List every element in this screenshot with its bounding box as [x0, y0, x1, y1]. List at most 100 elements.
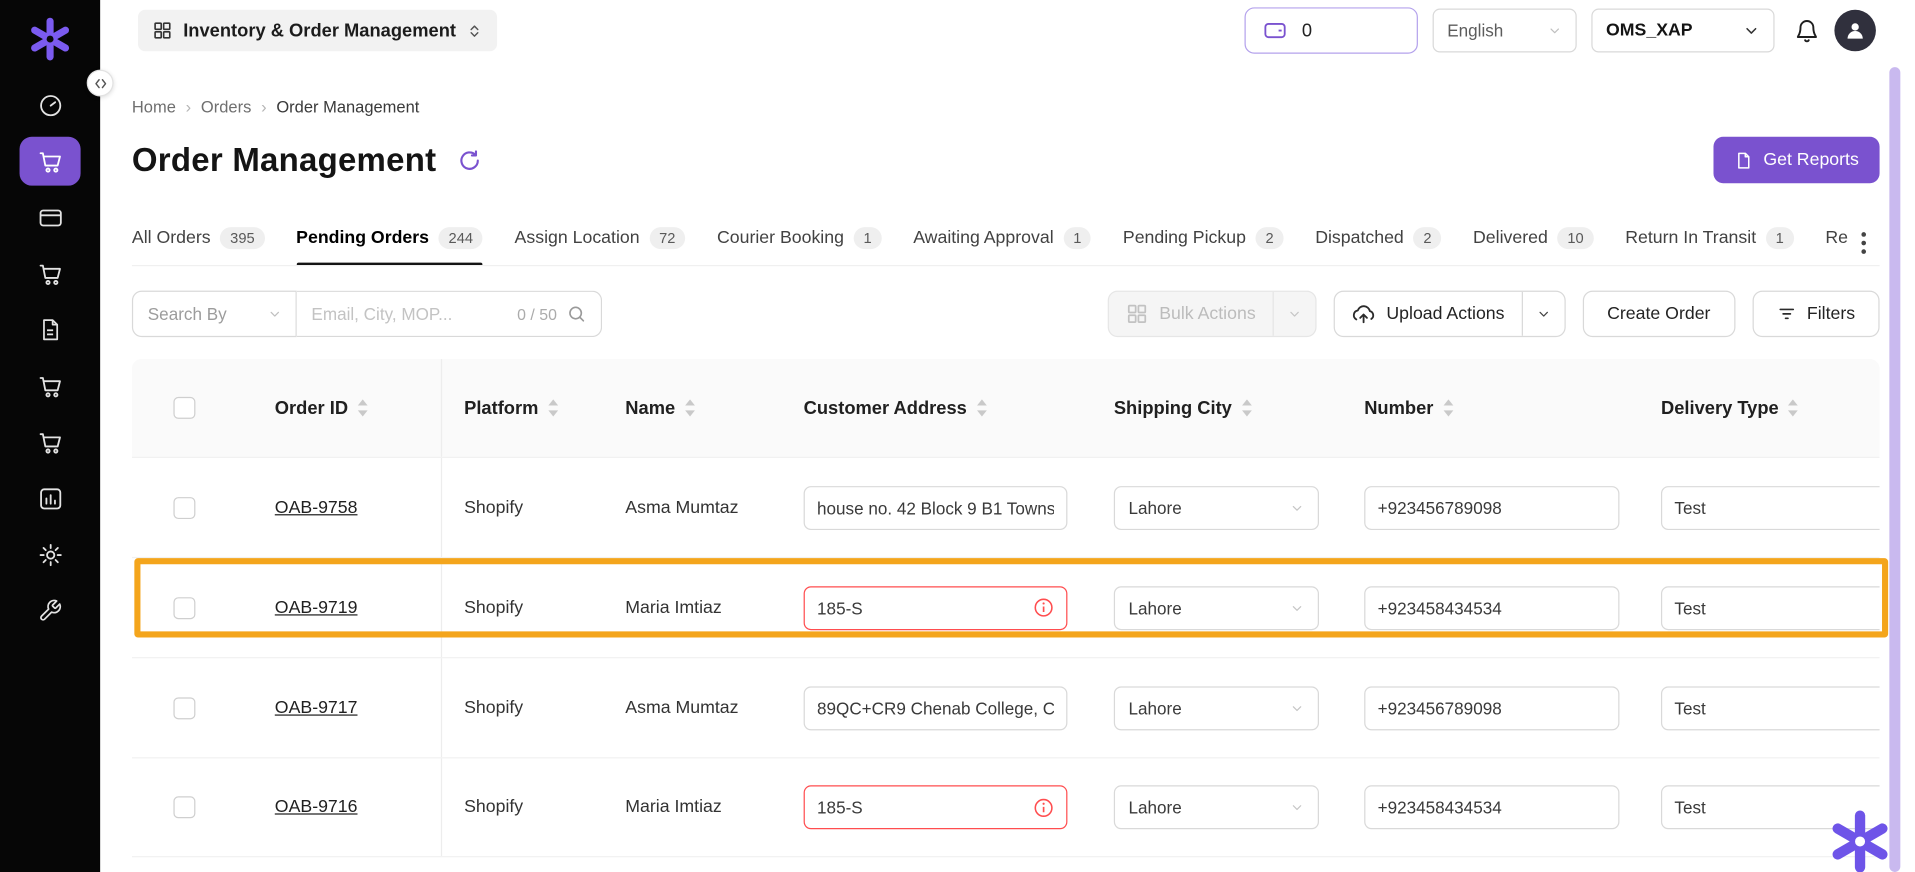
order-id-link[interactable]: OAB-9719 [275, 598, 358, 618]
tab[interactable]: Awaiting Approval 1 [913, 221, 1091, 265]
customer-address-input[interactable] [817, 598, 1026, 618]
row-select-cell [132, 658, 253, 757]
tab[interactable]: Return In Transit 1 [1625, 221, 1793, 265]
breadcrumb-orders[interactable]: Orders [201, 98, 251, 116]
sidebar-item-tools[interactable] [20, 586, 81, 635]
tab-label: Courier Booking [717, 228, 844, 248]
sidebar-item-sales[interactable] [20, 362, 81, 411]
search-button[interactable] [567, 304, 587, 324]
sort-icon[interactable] [547, 399, 559, 416]
number-input[interactable] [1364, 686, 1619, 730]
shipping-city-select[interactable]: Lahore [1114, 785, 1319, 829]
header-label: Platform [464, 398, 538, 419]
shipping-city-select[interactable]: Lahore [1114, 686, 1319, 730]
customer-address-cell [782, 458, 1092, 557]
sidebar-collapse-button[interactable] [87, 70, 114, 97]
header-number[interactable]: Number [1342, 359, 1639, 457]
search-input[interactable] [311, 304, 507, 324]
tab[interactable]: Assign Location 72 [515, 221, 686, 265]
row-checkbox[interactable] [173, 796, 195, 818]
tab[interactable]: Pending Orders 244 [296, 221, 483, 265]
delivery-type-input[interactable] [1661, 586, 1880, 630]
user-avatar[interactable] [1834, 10, 1876, 52]
upload-actions-caret[interactable] [1522, 292, 1565, 336]
number-input[interactable] [1364, 485, 1619, 529]
tenant-select[interactable]: OMS_XAP [1591, 9, 1774, 53]
shipping-city-select[interactable]: Lahore [1114, 485, 1319, 529]
number-input[interactable] [1364, 785, 1619, 829]
header-order-id[interactable]: Order ID [253, 359, 442, 457]
row-checkbox[interactable] [173, 496, 195, 518]
tab[interactable]: All Orders 395 [132, 221, 265, 265]
tabs-overflow-button[interactable] [1848, 221, 1880, 265]
upload-actions-main[interactable]: Upload Actions [1335, 292, 1522, 336]
settings-gear-icon [37, 542, 63, 568]
delivery-type-cell [1639, 558, 1880, 657]
chevron-down-icon [1290, 500, 1305, 515]
tab[interactable]: Dispatched 2 [1315, 221, 1441, 265]
tab-count-badge: 1 [1766, 227, 1794, 249]
tab[interactable]: Delivered 10 [1473, 221, 1593, 265]
tab[interactable]: Returned C [1825, 221, 1847, 265]
header-label: Name [625, 398, 675, 419]
select-all-checkbox[interactable] [173, 397, 195, 419]
delivery-type-input[interactable] [1661, 485, 1880, 529]
breadcrumb-home[interactable]: Home [132, 98, 176, 116]
order-id-cell: OAB-9719 [253, 558, 442, 657]
header-customer-address[interactable]: Customer Address [782, 359, 1092, 457]
tab-count-badge: 1 [854, 227, 882, 249]
bulk-actions-caret[interactable] [1273, 292, 1316, 336]
refresh-icon [458, 148, 481, 171]
sidebar-item-shipments[interactable] [20, 418, 81, 467]
app-logo[interactable] [21, 10, 80, 69]
sidebar-item-analytics[interactable] [20, 474, 81, 523]
sort-icon[interactable] [975, 399, 987, 416]
tab-count-badge: 395 [220, 227, 264, 249]
bulk-actions-main[interactable]: Bulk Actions [1109, 292, 1273, 336]
filters-button[interactable]: Filters [1752, 291, 1880, 337]
shipping-city-select[interactable]: Lahore [1114, 586, 1319, 630]
customer-address-input[interactable] [817, 498, 1054, 518]
header-select-cell [132, 359, 253, 457]
sidebar-item-dashboard[interactable] [20, 81, 81, 130]
sidebar-item-payments[interactable] [20, 193, 81, 242]
row-checkbox[interactable] [173, 697, 195, 719]
app-switcher[interactable]: Inventory & Order Management [138, 10, 498, 52]
sort-icon[interactable] [684, 399, 696, 416]
delivery-type-input[interactable] [1661, 686, 1880, 730]
row-checkbox[interactable] [173, 597, 195, 619]
file-report-icon [1734, 151, 1752, 169]
name-cell: Maria Imtiaz [603, 758, 781, 856]
header-name[interactable]: Name [603, 359, 781, 457]
header-platform[interactable]: Platform [442, 359, 603, 457]
tab[interactable]: Courier Booking 1 [717, 221, 881, 265]
sidebar-item-purchases[interactable] [20, 249, 81, 298]
create-order-button[interactable]: Create Order [1583, 291, 1735, 337]
sort-icon[interactable] [1240, 399, 1252, 416]
sort-icon[interactable] [357, 399, 369, 416]
sidebar-item-orders[interactable] [20, 137, 81, 186]
sidebar-item-documents[interactable] [20, 305, 81, 354]
refresh-button[interactable] [458, 148, 481, 171]
customer-address-input[interactable] [817, 798, 1026, 818]
tab[interactable]: Pending Pickup 2 [1123, 221, 1284, 265]
sort-icon[interactable] [1787, 399, 1799, 416]
wallet-widget[interactable]: 0 [1245, 7, 1418, 53]
header-delivery-type[interactable]: Delivery Type [1639, 359, 1880, 457]
header-shipping-city[interactable]: Shipping City [1092, 359, 1342, 457]
shipping-city-cell: Lahore [1092, 758, 1342, 856]
order-id-link[interactable]: OAB-9717 [275, 698, 358, 718]
language-select[interactable]: English [1433, 9, 1577, 53]
customer-address-input-wrap [804, 485, 1068, 529]
sidebar-item-settings[interactable] [20, 530, 81, 579]
scrollbar-thumb[interactable] [1889, 67, 1900, 872]
order-id-link[interactable]: OAB-9758 [275, 498, 358, 518]
customer-address-input[interactable] [817, 698, 1054, 718]
sort-icon[interactable] [1442, 399, 1454, 416]
notifications-button[interactable] [1794, 18, 1820, 44]
get-reports-button[interactable]: Get Reports [1713, 137, 1879, 183]
order-id-link[interactable]: OAB-9716 [275, 798, 358, 818]
number-input[interactable] [1364, 586, 1619, 630]
search-by-select[interactable]: Search By [132, 291, 297, 337]
number-cell [1342, 558, 1639, 657]
